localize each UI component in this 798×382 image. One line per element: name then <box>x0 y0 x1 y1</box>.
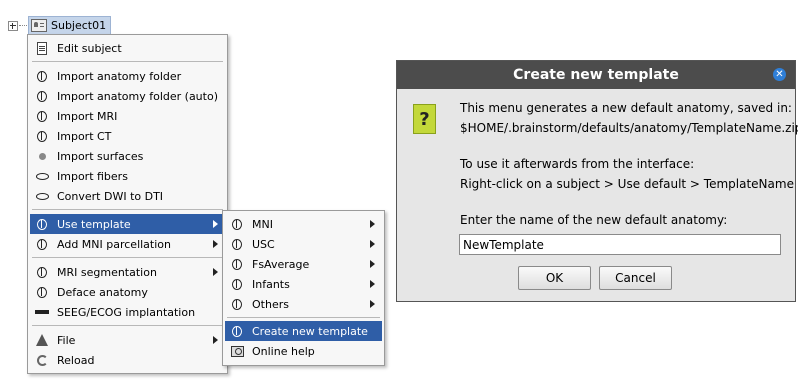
menu-item-label: Add MNI parcellation <box>57 237 171 251</box>
submenu-arrow-icon <box>213 268 218 276</box>
subject-node-label: Subject01 <box>51 19 107 32</box>
menu-separator <box>32 209 223 210</box>
menu-item-label: Import MRI <box>57 109 118 123</box>
brain-icon <box>229 296 245 312</box>
submenu-item-label: MNI <box>252 217 273 231</box>
cancel-button[interactable]: Cancel <box>599 266 672 290</box>
menu-item-label: Import anatomy folder (auto) <box>57 89 218 103</box>
subject-node[interactable]: Subject01 <box>28 16 112 35</box>
menu-item-import-anatomy-folder-auto[interactable]: Import anatomy folder (auto) <box>30 86 225 106</box>
submenu-item-label: Others <box>252 297 289 311</box>
dialog-title: Create new template <box>513 67 679 83</box>
file-icon <box>34 332 50 348</box>
brain-icon <box>34 264 50 280</box>
brain-icon <box>34 108 50 124</box>
menu-separator <box>32 325 223 326</box>
ct-icon <box>34 128 50 144</box>
brain-icon <box>34 236 50 252</box>
menu-item-import-surfaces[interactable]: Import surfaces <box>30 146 225 166</box>
submenu-item-infants[interactable]: Infants <box>225 274 382 294</box>
menu-item-label: Reload <box>57 353 95 367</box>
submenu-item-label: Create new template <box>252 324 368 338</box>
seeg-icon <box>34 304 50 320</box>
dialog-message-line: Right-click on a subject > Use default >… <box>460 177 794 191</box>
submenu-item-label: Infants <box>252 277 290 291</box>
ok-button[interactable]: OK <box>518 266 591 290</box>
menu-item-import-fibers[interactable]: Import fibers <box>30 166 225 186</box>
submenu-item-label: FsAverage <box>252 257 310 271</box>
brain-icon <box>34 284 50 300</box>
brain-icon <box>229 216 245 232</box>
help-icon <box>229 343 245 359</box>
menu-separator <box>32 61 223 62</box>
brain-icon <box>34 88 50 104</box>
menu-item-convert-dwi-to-dti[interactable]: Convert DWI to DTI <box>30 186 225 206</box>
submenu-arrow-icon <box>213 336 218 344</box>
menu-item-label: SEEG/ECOG implantation <box>57 305 196 319</box>
submenu-item-fsaverage[interactable]: FsAverage <box>225 254 382 274</box>
menu-item-label: Edit subject <box>57 41 122 55</box>
submenu-item-usc[interactable]: USC <box>225 234 382 254</box>
submenu-item-online-help[interactable]: Online help <box>225 341 382 361</box>
brain-icon <box>229 256 245 272</box>
menu-separator <box>32 257 223 258</box>
submenu-arrow-icon <box>213 240 218 248</box>
menu-item-label: Use template <box>57 217 131 231</box>
menu-item-label: Import anatomy folder <box>57 69 182 83</box>
submenu-arrow-icon <box>370 240 375 248</box>
close-icon[interactable]: ✕ <box>773 68 786 81</box>
brain-icon <box>34 216 50 232</box>
menu-item-import-ct[interactable]: Import CT <box>30 126 225 146</box>
brain-icon <box>229 276 245 292</box>
brain-icon <box>229 323 245 339</box>
menu-item-import-mri[interactable]: Import MRI <box>30 106 225 126</box>
submenu-arrow-icon <box>370 220 375 228</box>
menu-item-label: Import surfaces <box>57 149 144 163</box>
menu-item-label: Import CT <box>57 129 112 143</box>
menu-item-edit-subject[interactable]: Edit subject <box>30 38 225 58</box>
menu-item-mri-segmentation[interactable]: MRI segmentation <box>30 262 225 282</box>
dialog-input-prompt: Enter the name of the new default anatom… <box>460 213 728 227</box>
submenu-arrow-icon <box>370 280 375 288</box>
menu-item-seeg-ecog-implantation[interactable]: SEEG/ECOG implantation <box>30 302 225 322</box>
submenu-item-label: Online help <box>252 344 315 358</box>
menu-item-label: File <box>57 333 76 347</box>
submenu-item-label: USC <box>252 237 275 251</box>
edit-icon <box>34 40 50 56</box>
menu-item-label: Import fibers <box>57 169 128 183</box>
subject-icon <box>31 19 47 32</box>
submenu-arrow-icon <box>370 300 375 308</box>
brain-icon <box>34 68 50 84</box>
menu-separator <box>227 317 380 318</box>
dialog-message-line: This menu generates a new default anatom… <box>460 101 792 115</box>
dialog-message-line: $HOME/.brainstorm/defaults/anatomy/Templ… <box>460 121 798 135</box>
brain-icon <box>229 236 245 252</box>
reload-icon <box>34 352 50 368</box>
expand-icon[interactable] <box>8 21 18 31</box>
menu-item-reload[interactable]: Reload <box>30 350 225 370</box>
menu-item-add-mni-parcellation[interactable]: Add MNI parcellation <box>30 234 225 254</box>
fibers-icon <box>34 188 50 204</box>
use-template-submenu: MNI USC FsAverage Infants Others Create … <box>222 210 385 366</box>
menu-item-use-template[interactable]: Use template <box>30 214 225 234</box>
menu-item-file[interactable]: File <box>30 330 225 350</box>
submenu-item-others[interactable]: Others <box>225 294 382 314</box>
dialog-message-line: To use it afterwards from the interface: <box>460 157 695 171</box>
context-menu: Edit subject Import anatomy folder Impor… <box>27 34 228 374</box>
submenu-item-create-new-template[interactable]: Create new template <box>225 321 382 341</box>
question-icon: ? <box>413 104 436 134</box>
submenu-arrow-icon <box>213 220 218 228</box>
submenu-item-mni[interactable]: MNI <box>225 214 382 234</box>
menu-item-import-anatomy-folder[interactable]: Import anatomy folder <box>30 66 225 86</box>
submenu-arrow-icon <box>370 260 375 268</box>
create-template-dialog: Create new template ✕ ? This menu genera… <box>396 60 798 302</box>
fibers-icon <box>34 168 50 184</box>
menu-item-label: Convert DWI to DTI <box>57 189 164 203</box>
surface-icon <box>34 148 50 164</box>
dialog-title-bar: Create new template ✕ <box>397 61 795 89</box>
menu-item-label: MRI segmentation <box>57 265 157 279</box>
menu-item-deface-anatomy[interactable]: Deface anatomy <box>30 282 225 302</box>
template-name-input[interactable] <box>459 234 781 255</box>
menu-item-label: Deface anatomy <box>57 285 148 299</box>
